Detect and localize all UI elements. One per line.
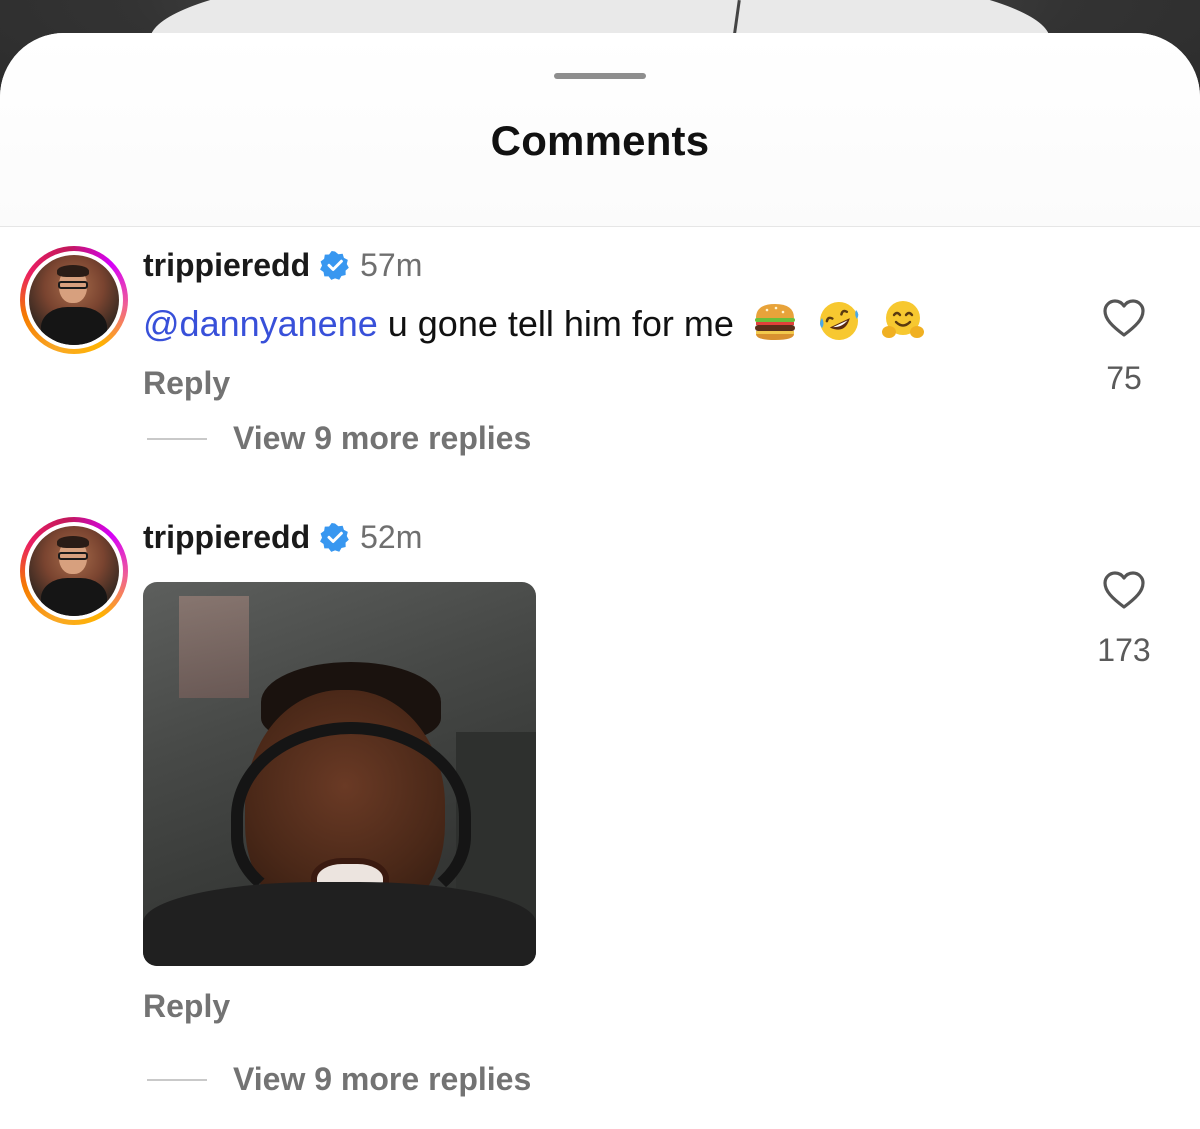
mention-link[interactable]: @dannyanene	[143, 303, 378, 344]
like-count: 75	[1106, 360, 1142, 396]
sheet-header: Comments	[0, 33, 1200, 227]
view-replies-label: View 9 more replies	[233, 420, 532, 456]
comment-body: u gone tell him for me	[377, 303, 734, 344]
avatar-photo	[29, 255, 119, 345]
reply-button[interactable]: Reply	[143, 365, 230, 402]
like-group: 75	[1094, 298, 1154, 397]
rolling-laughing-icon	[819, 302, 859, 340]
thread-line	[147, 1078, 207, 1081]
view-replies-label: View 9 more replies	[233, 1061, 532, 1097]
verified-badge-icon	[320, 251, 349, 280]
view-replies-button[interactable]: View 9 more replies	[147, 420, 531, 457]
heart-icon[interactable]	[1102, 570, 1146, 610]
thread-line	[147, 437, 207, 440]
drag-handle[interactable]	[554, 73, 646, 79]
like-count: 173	[1097, 632, 1151, 668]
username[interactable]: trippieredd	[143, 245, 310, 285]
hugging-face-icon	[881, 301, 924, 338]
verified-badge-icon	[320, 523, 349, 552]
avatar[interactable]	[20, 246, 128, 354]
timestamp: 52m	[360, 519, 423, 555]
sheet-title: Comments	[490, 117, 710, 164]
heart-icon[interactable]	[1102, 298, 1146, 338]
gif-attachment[interactable]	[143, 582, 536, 966]
comment-text: @dannyanene u gone tell him for me	[143, 298, 926, 346]
background-picture-frame	[179, 596, 249, 698]
timestamp: 57m	[360, 247, 423, 283]
reply-button[interactable]: Reply	[143, 988, 230, 1025]
hamburger-icon	[754, 304, 795, 340]
avatar[interactable]	[20, 517, 128, 625]
view-replies-button[interactable]: View 9 more replies	[147, 1061, 531, 1098]
avatar-photo	[29, 526, 119, 616]
username[interactable]: trippieredd	[143, 517, 310, 557]
like-group: 173	[1094, 570, 1154, 669]
